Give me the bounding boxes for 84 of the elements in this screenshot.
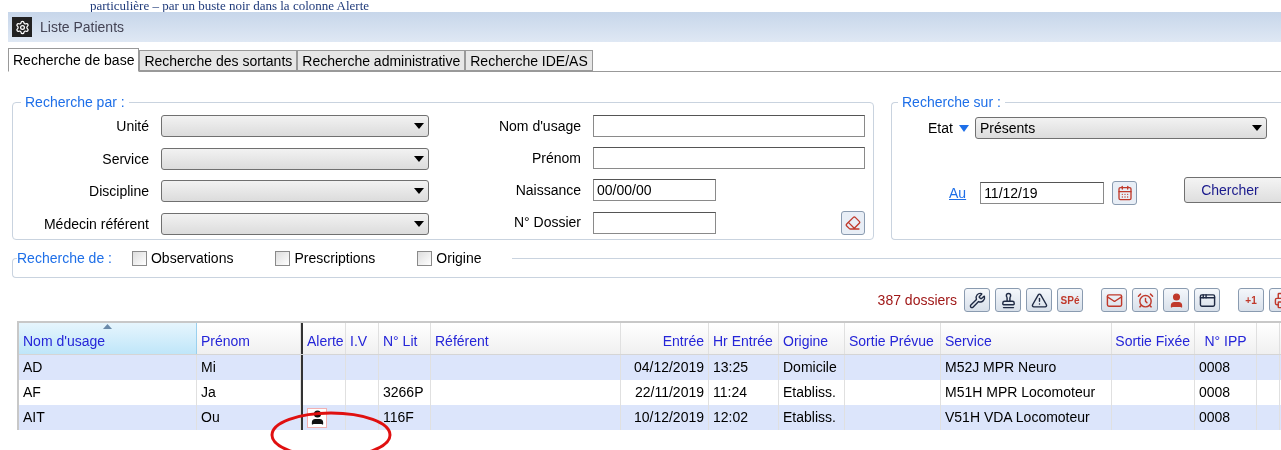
column-header[interactable]: N° Lit [379,323,431,354]
panel-title: Recherche de : [17,249,112,268]
table-cell: V51H VDA Locomoteur [941,405,1112,430]
checkbox[interactable] [275,251,291,266]
column-header[interactable]: Hr Entrée [709,323,779,354]
dropdown[interactable] [161,212,429,235]
eraser-icon [845,215,861,231]
column-header[interactable]: Nom d'usage [19,323,197,354]
window-button[interactable] [1194,288,1220,312]
checkbox[interactable] [417,251,433,266]
checkbox-label: Origine [436,249,482,268]
column-header[interactable]: Entrée [621,323,709,354]
mail-button[interactable] [1101,288,1127,312]
wrench-icon [968,291,986,309]
wrench-button[interactable] [964,288,990,312]
document-text: particulière – par un buste noir dans la colonne Alerte [89,0,371,12]
alarm-clock-button[interactable] [1132,288,1158,312]
alarm-clock-icon [1136,291,1154,309]
calendar-button[interactable] [1112,181,1138,205]
toolbar-button[interactable]: SPé [1057,288,1083,312]
warning-icon [1030,291,1048,309]
field-label: N° Dossier [512,213,581,232]
field-label: Discipline [88,182,149,201]
tab[interactable]: Recherche des sortants [139,50,298,71]
panel-title: Recherche par : [24,93,126,112]
input-field[interactable] [593,147,865,169]
column-header[interactable]: N° IPP [1195,323,1257,354]
dropdown[interactable] [161,180,429,202]
checkbox[interactable] [131,251,147,266]
sort-arrow-icon [103,324,112,329]
caret-icon [414,155,424,162]
table-cell: AIT [19,405,197,430]
state-dropdown[interactable]: Présents [974,117,1267,139]
table-cell: 116F [379,405,431,430]
date-field[interactable]: 11/12/19 [980,182,1105,204]
stamp-icon [999,291,1017,309]
column-header[interactable]: Origine [779,323,845,354]
caret-icon [414,220,424,227]
field-label: Prénom [530,149,581,168]
input-field[interactable] [593,115,865,137]
field-label: Médecin référent [42,214,149,234]
toolbar-button[interactable]: +1 [1238,288,1264,312]
caret-icon [1251,125,1262,131]
caret-icon [414,123,424,129]
checkbox-label: Prescriptions [294,249,376,268]
input-field[interactable] [593,212,716,234]
tab[interactable]: Recherche IDE/AS [465,50,593,71]
eraser-button[interactable] [841,211,865,235]
field-label: Service [101,149,149,169]
caret-icon [414,188,424,194]
table-cell: 10/12/2019 [621,405,709,430]
table-cell: 12:02 [709,405,779,430]
column-header[interactable]: Service [941,323,1112,354]
person-button[interactable] [1163,288,1189,312]
column-header[interactable]: Référent [431,323,621,354]
calendar-icon [1116,185,1133,201]
app-icon [12,17,32,37]
search-button[interactable]: Chercher [1184,177,1281,203]
panel-title: Recherche sur : [901,93,1002,112]
tab[interactable]: Recherche de base [8,48,140,72]
window-title: Liste Patients [40,17,125,37]
column-header[interactable]: Sortie Prévue [845,323,941,354]
mail-icon [1105,291,1123,309]
tab[interactable]: Recherche administrative [297,50,466,71]
warning-button[interactable] [1026,288,1052,312]
field-label: Unité [115,117,149,136]
table-cell: Ou [197,405,301,430]
checkbox-label: Observations [150,249,234,268]
input-field[interactable]: 00/00/00 [593,179,716,201]
record-count: 387 dossiers [877,290,957,310]
dropdown[interactable] [161,147,429,170]
dropdown-arrow-icon [958,124,969,132]
column-header[interactable]: Sortie Fixée [1112,323,1195,354]
dropdown[interactable] [161,115,429,137]
field-label: Nom d'usage [497,117,581,136]
window-icon [1198,291,1216,309]
field-label: Naissance [514,181,581,200]
column-header[interactable]: I.V [346,323,379,354]
table-cell: Etabliss. [779,405,845,430]
field-label: Etat [928,118,953,138]
table-cell: 0008 [1195,405,1257,430]
column-header[interactable]: Prénom [197,323,301,354]
date-link[interactable]: Au [949,182,967,204]
stamp-button[interactable] [995,288,1021,312]
